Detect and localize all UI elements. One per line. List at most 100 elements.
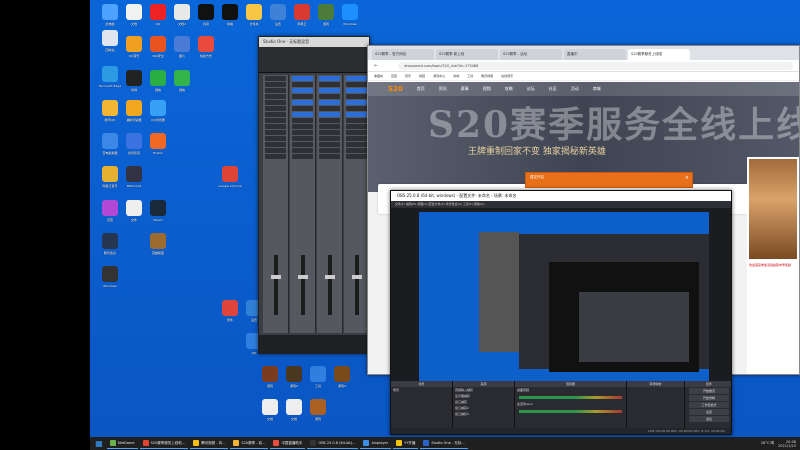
desktop-icon[interactable]: QQ [146, 4, 170, 27]
address-input[interactable]: dnsquared.com/topic/S20_live?id=173486 [398, 61, 793, 70]
fader-handle[interactable] [298, 275, 308, 279]
back-icon[interactable]: ← [374, 63, 378, 69]
bookmark-item[interactable]: 收藏夹 [374, 74, 383, 78]
insert-slot[interactable] [346, 76, 367, 81]
insert-slot[interactable] [346, 88, 367, 93]
insert-slot[interactable] [319, 88, 340, 93]
desktop-icon[interactable]: 剪映 [218, 4, 242, 27]
insert-slot[interactable] [319, 106, 340, 111]
insert-slot[interactable] [319, 148, 340, 153]
insert-slot[interactable] [346, 124, 367, 129]
desktop-icon[interactable]: 网易云音乐 [98, 166, 122, 189]
taskbar-app-button[interactable]: 中国直播助手 [270, 438, 306, 449]
browser-tab[interactable]: S20赛季 新上线 [436, 49, 498, 60]
desktop-icon[interactable]: 游戏 [306, 399, 330, 422]
taskbar-app-button[interactable]: 腾讯视频 - 向... [190, 438, 229, 449]
insert-slot[interactable] [319, 76, 340, 81]
start-streaming-button[interactable]: 开始推流 [689, 388, 729, 394]
desktop-icon[interactable]: Microsoft Edge [98, 66, 122, 89]
desktop-icon[interactable]: 抖音 [194, 4, 218, 27]
insert-slot[interactable] [319, 112, 340, 117]
insert-slot[interactable] [265, 106, 286, 111]
insert-slot[interactable] [319, 94, 340, 99]
desktop-icon[interactable]: 软件 [218, 300, 242, 323]
desktop-icon[interactable]: 设置 [266, 4, 290, 27]
start-recording-button[interactable]: 开始录制 [689, 395, 729, 401]
insert-slot[interactable] [346, 154, 367, 159]
desktop-icon[interactable]: 英雄联盟 [146, 233, 170, 256]
desktop-icon[interactable]: Windows [338, 4, 362, 27]
studio-one-window[interactable]: Studio One - 无标题混音 [258, 36, 370, 354]
taskbar-app-button[interactable]: NetGame [107, 438, 138, 449]
insert-slot[interactable] [292, 88, 313, 93]
insert-slot[interactable] [292, 76, 313, 81]
close-icon[interactable]: × [685, 175, 689, 181]
insert-slot[interactable] [346, 136, 367, 141]
volume-fader[interactable] [274, 255, 278, 315]
clock[interactable]: 20:58 2021/1/23 [778, 440, 796, 448]
source-item[interactable]: 窗口捕获2 [455, 406, 512, 411]
desktop-icon[interactable]: QQ浏览器 [146, 100, 170, 123]
source-item[interactable]: 窗口捕获3 [455, 412, 512, 417]
bookmark-item[interactable]: 音乐 [405, 74, 411, 78]
windows-start-icon[interactable]: ▦ [93, 439, 105, 449]
insert-slot[interactable] [265, 142, 286, 147]
insert-slot[interactable] [346, 118, 367, 123]
desktop-icon[interactable]: 文档2 [170, 4, 194, 27]
taskbar-app-button[interactable]: S20赛季 - 欢... [230, 438, 269, 449]
desktop-icon[interactable]: Steam [146, 200, 170, 223]
insert-slot[interactable] [346, 130, 367, 135]
insert-slot[interactable] [265, 94, 286, 99]
insert-slot[interactable] [319, 142, 340, 147]
desktop-icon[interactable]: Windows [98, 266, 122, 289]
insert-slot[interactable] [292, 148, 313, 153]
site-nav-item[interactable]: 活动 [571, 86, 579, 92]
desktop-icon[interactable]: 图片 [170, 36, 194, 59]
insert-slot[interactable] [292, 130, 313, 135]
desktop-icon[interactable]: 此电脑 [98, 4, 122, 27]
desktop-icon[interactable]: 文档 [282, 399, 306, 422]
taskbar-app-button[interactable]: Ainplayer [360, 438, 392, 449]
site-nav-item[interactable]: 首页 [417, 86, 425, 92]
insert-slot[interactable] [292, 154, 313, 159]
desktop-icon[interactable]: 微信 [146, 70, 170, 93]
browser-tab[interactable]: S20赛季 - 官方网站 [372, 49, 434, 60]
insert-slot[interactable] [292, 82, 313, 87]
site-nav-item[interactable]: 商城 [593, 86, 601, 92]
insert-slot[interactable] [319, 124, 340, 129]
desktop-icon[interactable]: 快捷方式 [194, 36, 218, 59]
exit-button[interactable]: 退出 [689, 416, 729, 422]
insert-slot[interactable] [292, 112, 313, 117]
desktop-icon[interactable]: 时钟 [122, 70, 146, 93]
taskbar-app-button[interactable]: Studio One - 无标... [420, 438, 468, 449]
browser-tab[interactable]: S20赛季 - 活动 [500, 49, 562, 60]
volume-fader[interactable] [328, 255, 332, 315]
desktop-icon[interactable]: 文档 [122, 4, 146, 27]
site-nav-item[interactable]: 社区 [549, 86, 557, 92]
insert-slot[interactable] [346, 142, 367, 147]
insert-slot[interactable] [265, 118, 286, 123]
site-nav-item[interactable]: 资讯 [439, 86, 447, 92]
fader-handle[interactable] [325, 275, 335, 279]
insert-slot[interactable] [292, 136, 313, 141]
browser-tab-active[interactable]: S20赛季服务上线啦 [628, 49, 690, 60]
site-nav-item[interactable]: 视频 [483, 86, 491, 92]
insert-slot[interactable] [319, 154, 340, 159]
insert-slot[interactable] [346, 106, 367, 111]
fader-handle[interactable] [352, 275, 362, 279]
desktop-icon[interactable]: 文档 [258, 399, 282, 422]
insert-slot[interactable] [346, 112, 367, 117]
obs-menu-bar[interactable]: 文件(F) 编辑(E) 视图(V) 配置文件(P) 场景集合(S) 工具(T) … [391, 201, 731, 208]
desktop-icon[interactable]: 游戏 [314, 4, 338, 27]
volume-fader[interactable] [301, 255, 305, 315]
bookmark-item[interactable]: 商城 [453, 74, 459, 78]
taskbar-app-button[interactable]: OBS 25.0.8 (64-bit)... [307, 438, 359, 449]
insert-slot[interactable] [265, 136, 286, 141]
insert-slot[interactable] [292, 124, 313, 129]
insert-slot[interactable] [292, 94, 313, 99]
insert-slot[interactable] [319, 136, 340, 141]
insert-slot[interactable] [265, 148, 286, 153]
desktop-icon[interactable]: 游戏2 [282, 366, 306, 389]
insert-slot[interactable] [346, 94, 367, 99]
desktop-icon[interactable]: 游戏3 [330, 366, 354, 389]
